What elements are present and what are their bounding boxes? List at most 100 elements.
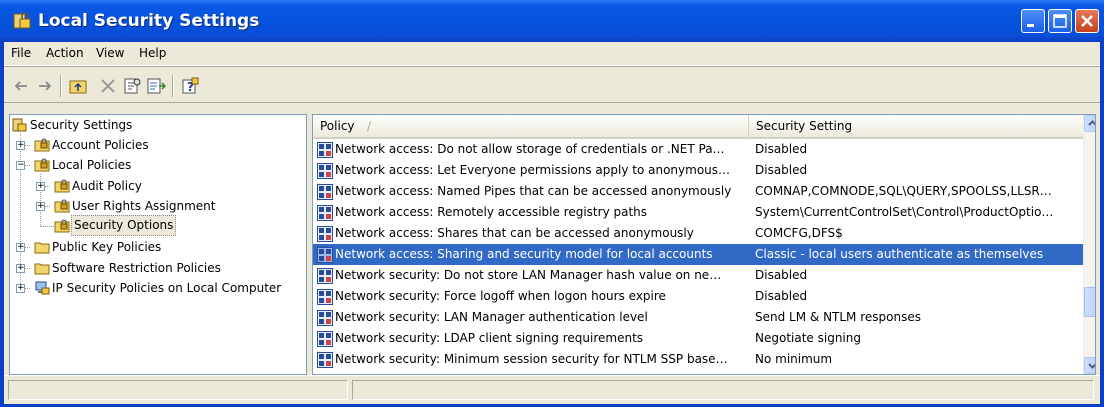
policy-setting-value: COMNAP,COMNODE,SQL\QUERY,SPOOLSS,LLSR… bbox=[755, 184, 1052, 198]
table-row[interactable]: Network security: LDAP client signing re… bbox=[313, 328, 1083, 349]
expand-button[interactable]: + bbox=[16, 284, 25, 293]
policy-setting-value: Send LM & NTLM responses bbox=[755, 310, 921, 324]
properties-icon[interactable] bbox=[122, 76, 142, 96]
folder-lock-icon bbox=[54, 219, 70, 233]
status-panel bbox=[352, 380, 1094, 400]
tree-label: IP Security Policies on Local Computer bbox=[52, 281, 282, 295]
policy-setting-value: System\CurrentControlSet\Control\Product… bbox=[755, 205, 1054, 219]
toolbar-separator bbox=[60, 75, 62, 97]
policy-name: Network access: Named Pipes that can be … bbox=[335, 184, 732, 198]
policy-setting-icon bbox=[317, 352, 333, 368]
folder-lock-icon bbox=[54, 199, 70, 213]
close-button[interactable] bbox=[1075, 9, 1099, 33]
policy-name: Network access: Do not allow storage of … bbox=[335, 142, 725, 156]
policy-name: Network access: Sharing and security mod… bbox=[335, 247, 713, 261]
title-bar[interactable]: Local Security Settings bbox=[0, 0, 1104, 42]
maximize-icon bbox=[1053, 14, 1067, 28]
tree-label: Local Policies bbox=[52, 158, 132, 172]
menu-bar: File Action View Help bbox=[4, 42, 1100, 66]
policy-setting-icon bbox=[317, 142, 333, 158]
list-header: Policy / Security Setting bbox=[313, 115, 1083, 139]
menu-action[interactable]: Action bbox=[46, 46, 84, 60]
security-settings-icon bbox=[12, 118, 27, 132]
export-list-icon[interactable] bbox=[146, 76, 166, 96]
tree-label: Account Policies bbox=[52, 138, 149, 152]
policy-setting-value: Disabled bbox=[755, 163, 808, 177]
policy-name: Network access: Shares that can be acces… bbox=[335, 226, 694, 240]
scroll-down-button[interactable] bbox=[1084, 357, 1095, 374]
app-window: Local Security Settings File Action View… bbox=[0, 0, 1104, 407]
table-row[interactable]: Network access: Do not allow storage of … bbox=[313, 139, 1083, 160]
tree-label: Public Key Policies bbox=[52, 240, 162, 254]
table-row[interactable]: Network security: Do not store LAN Manag… bbox=[313, 265, 1083, 286]
help-icon[interactable]: ? bbox=[180, 76, 200, 96]
folder-icon bbox=[34, 242, 50, 254]
tree-pane[interactable]: Security Settings + Account Policies − L… bbox=[9, 114, 307, 375]
policy-setting-icon bbox=[317, 289, 333, 305]
up-folder-icon[interactable] bbox=[68, 76, 88, 96]
forward-arrow-icon[interactable] bbox=[35, 76, 55, 96]
table-row[interactable]: Network security: Minimum session securi… bbox=[313, 349, 1083, 370]
table-row[interactable]: Network access: Shares that can be acces… bbox=[313, 223, 1083, 244]
policy-name: Network access: Let Everyone permissions… bbox=[335, 163, 731, 177]
tree-label: User Rights Assignment bbox=[72, 199, 216, 213]
delete-icon[interactable] bbox=[98, 76, 118, 96]
policy-setting-icon bbox=[317, 226, 333, 242]
policy-setting-value: Negotiate signing bbox=[755, 331, 861, 345]
column-header-policy[interactable]: Policy / bbox=[313, 115, 749, 137]
expand-button[interactable]: + bbox=[36, 202, 45, 211]
policy-setting-value: COMCFG,DFS$ bbox=[755, 226, 843, 240]
maximize-button[interactable] bbox=[1048, 9, 1072, 33]
sort-indicator-icon: / bbox=[367, 119, 372, 133]
policy-setting-icon bbox=[317, 331, 333, 347]
table-row[interactable]: Network security: LAN Manager authentica… bbox=[313, 307, 1083, 328]
tree-label: Audit Policy bbox=[72, 179, 142, 193]
policy-setting-icon bbox=[317, 310, 333, 326]
window-title: Local Security Settings bbox=[38, 11, 260, 31]
folder-lock-icon bbox=[54, 179, 70, 193]
vertical-scrollbar[interactable] bbox=[1083, 115, 1095, 374]
menu-help[interactable]: Help bbox=[139, 46, 166, 60]
policy-setting-value: Disabled bbox=[755, 268, 808, 282]
toolbar: ? bbox=[4, 68, 1100, 103]
policy-setting-value: No minimum bbox=[755, 352, 833, 366]
table-row[interactable]: Network access: Remotely accessible regi… bbox=[313, 202, 1083, 223]
collapse-button[interactable]: − bbox=[16, 161, 25, 170]
scroll-up-button[interactable] bbox=[1084, 115, 1095, 132]
column-header-security-setting[interactable]: Security Setting bbox=[749, 115, 1083, 137]
policy-setting-value: Disabled bbox=[755, 142, 808, 156]
window-frame: File Action View Help ? Security Setting… bbox=[4, 42, 1100, 404]
table-row[interactable]: Network access: Let Everyone permissions… bbox=[313, 160, 1083, 181]
table-row[interactable]: Network access: Sharing and security mod… bbox=[313, 244, 1083, 265]
back-arrow-icon[interactable] bbox=[11, 76, 31, 96]
scroll-thumb[interactable] bbox=[1084, 287, 1095, 317]
toolbar-separator bbox=[172, 75, 174, 97]
policy-setting-value: Classic - local users authenticate as th… bbox=[755, 247, 1044, 261]
chevron-down-icon bbox=[1088, 363, 1095, 369]
expand-button[interactable]: + bbox=[16, 243, 25, 252]
expand-button[interactable]: + bbox=[16, 264, 25, 273]
policy-setting-icon bbox=[317, 247, 333, 263]
policy-list-pane[interactable]: Policy / Security Setting Network access… bbox=[312, 114, 1096, 375]
policy-setting-icon bbox=[317, 184, 333, 200]
policy-name: Network security: LAN Manager authentica… bbox=[335, 310, 648, 324]
minimize-button[interactable] bbox=[1021, 9, 1045, 33]
policy-name: Network access: Remotely accessible regi… bbox=[335, 205, 648, 219]
column-label: Policy bbox=[320, 119, 355, 133]
menu-view[interactable]: View bbox=[96, 46, 124, 60]
minimize-icon bbox=[1027, 24, 1034, 27]
expand-button[interactable]: + bbox=[16, 141, 25, 150]
close-icon bbox=[1081, 15, 1093, 27]
menu-file[interactable]: File bbox=[11, 46, 31, 60]
policy-setting-icon bbox=[317, 268, 333, 284]
expand-button[interactable]: + bbox=[36, 182, 45, 191]
table-row[interactable]: Network security: Force logoff when logo… bbox=[313, 286, 1083, 307]
ip-security-icon bbox=[35, 281, 50, 295]
policy-name: Network security: Force logoff when logo… bbox=[335, 289, 666, 303]
folder-lock-icon bbox=[34, 158, 50, 172]
folder-lock-icon bbox=[34, 138, 50, 152]
status-bar bbox=[4, 375, 1100, 404]
chevron-up-icon bbox=[1088, 120, 1095, 126]
tree-label: Security Options bbox=[71, 215, 177, 236]
table-row[interactable]: Network access: Named Pipes that can be … bbox=[313, 181, 1083, 202]
